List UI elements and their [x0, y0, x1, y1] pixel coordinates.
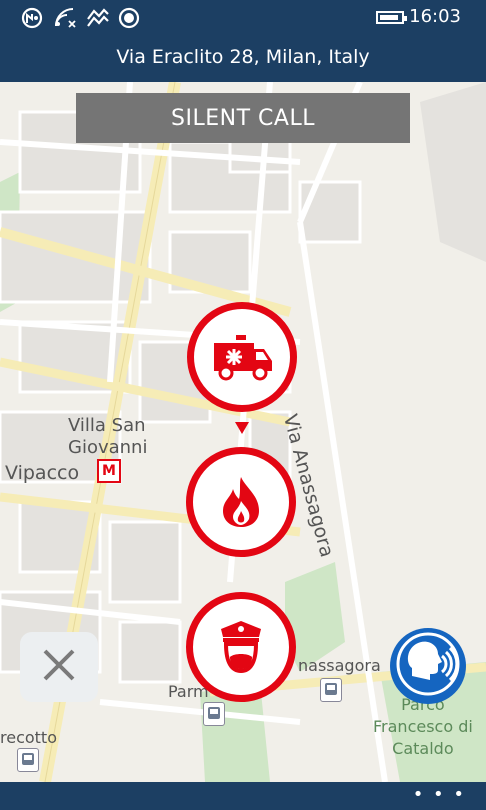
close-button[interactable] [20, 632, 98, 702]
location-pin-tip [235, 422, 249, 434]
bus-stop-icon[interactable] [17, 748, 39, 772]
battery-icon [376, 11, 407, 24]
metro-station-icon[interactable]: M [97, 459, 121, 483]
clock: 16:03 [409, 6, 461, 27]
bus-stop-icon[interactable] [203, 702, 225, 726]
map-label-villa-san-giovanni: Villa San Giovanni [68, 415, 147, 459]
police-icon [218, 619, 264, 675]
map-label-recotto: recotto [0, 728, 57, 747]
police-button[interactable] [186, 592, 296, 702]
wifi-icon [53, 6, 77, 30]
fire-icon [219, 475, 263, 529]
map-label-line: Cataldo [392, 739, 454, 758]
map-label-anassagora-stop: nassagora [298, 656, 381, 675]
record-icon [117, 6, 141, 30]
fire-button[interactable] [186, 447, 296, 557]
map-label-vipacco: Vipacco [5, 462, 80, 484]
data-icon [86, 6, 110, 30]
app-bar: • • • [0, 782, 486, 810]
ambulance-button[interactable] [187, 302, 297, 412]
address-header: Via Eraclito 28, Milan, Italy [0, 36, 486, 82]
map-label-line: Villa San [68, 415, 146, 436]
status-bar: 16:03 [0, 0, 486, 36]
current-address: Via Eraclito 28, Milan, Italy [116, 46, 370, 68]
nfc-icon [20, 6, 44, 30]
close-icon [42, 648, 76, 686]
bus-stop-icon[interactable] [320, 678, 342, 702]
silent-call-button[interactable]: SILENT CALL [76, 93, 410, 143]
map-label-parco: Parco Francesco di Cataldo [373, 694, 473, 760]
ambulance-icon [210, 333, 274, 381]
map-label-line: Giovanni [68, 437, 148, 458]
more-menu-button[interactable]: • • • [413, 784, 466, 805]
speaking-head-icon [396, 632, 460, 700]
map-label-line: Francesco di [373, 717, 473, 736]
speak-button[interactable] [390, 628, 466, 704]
